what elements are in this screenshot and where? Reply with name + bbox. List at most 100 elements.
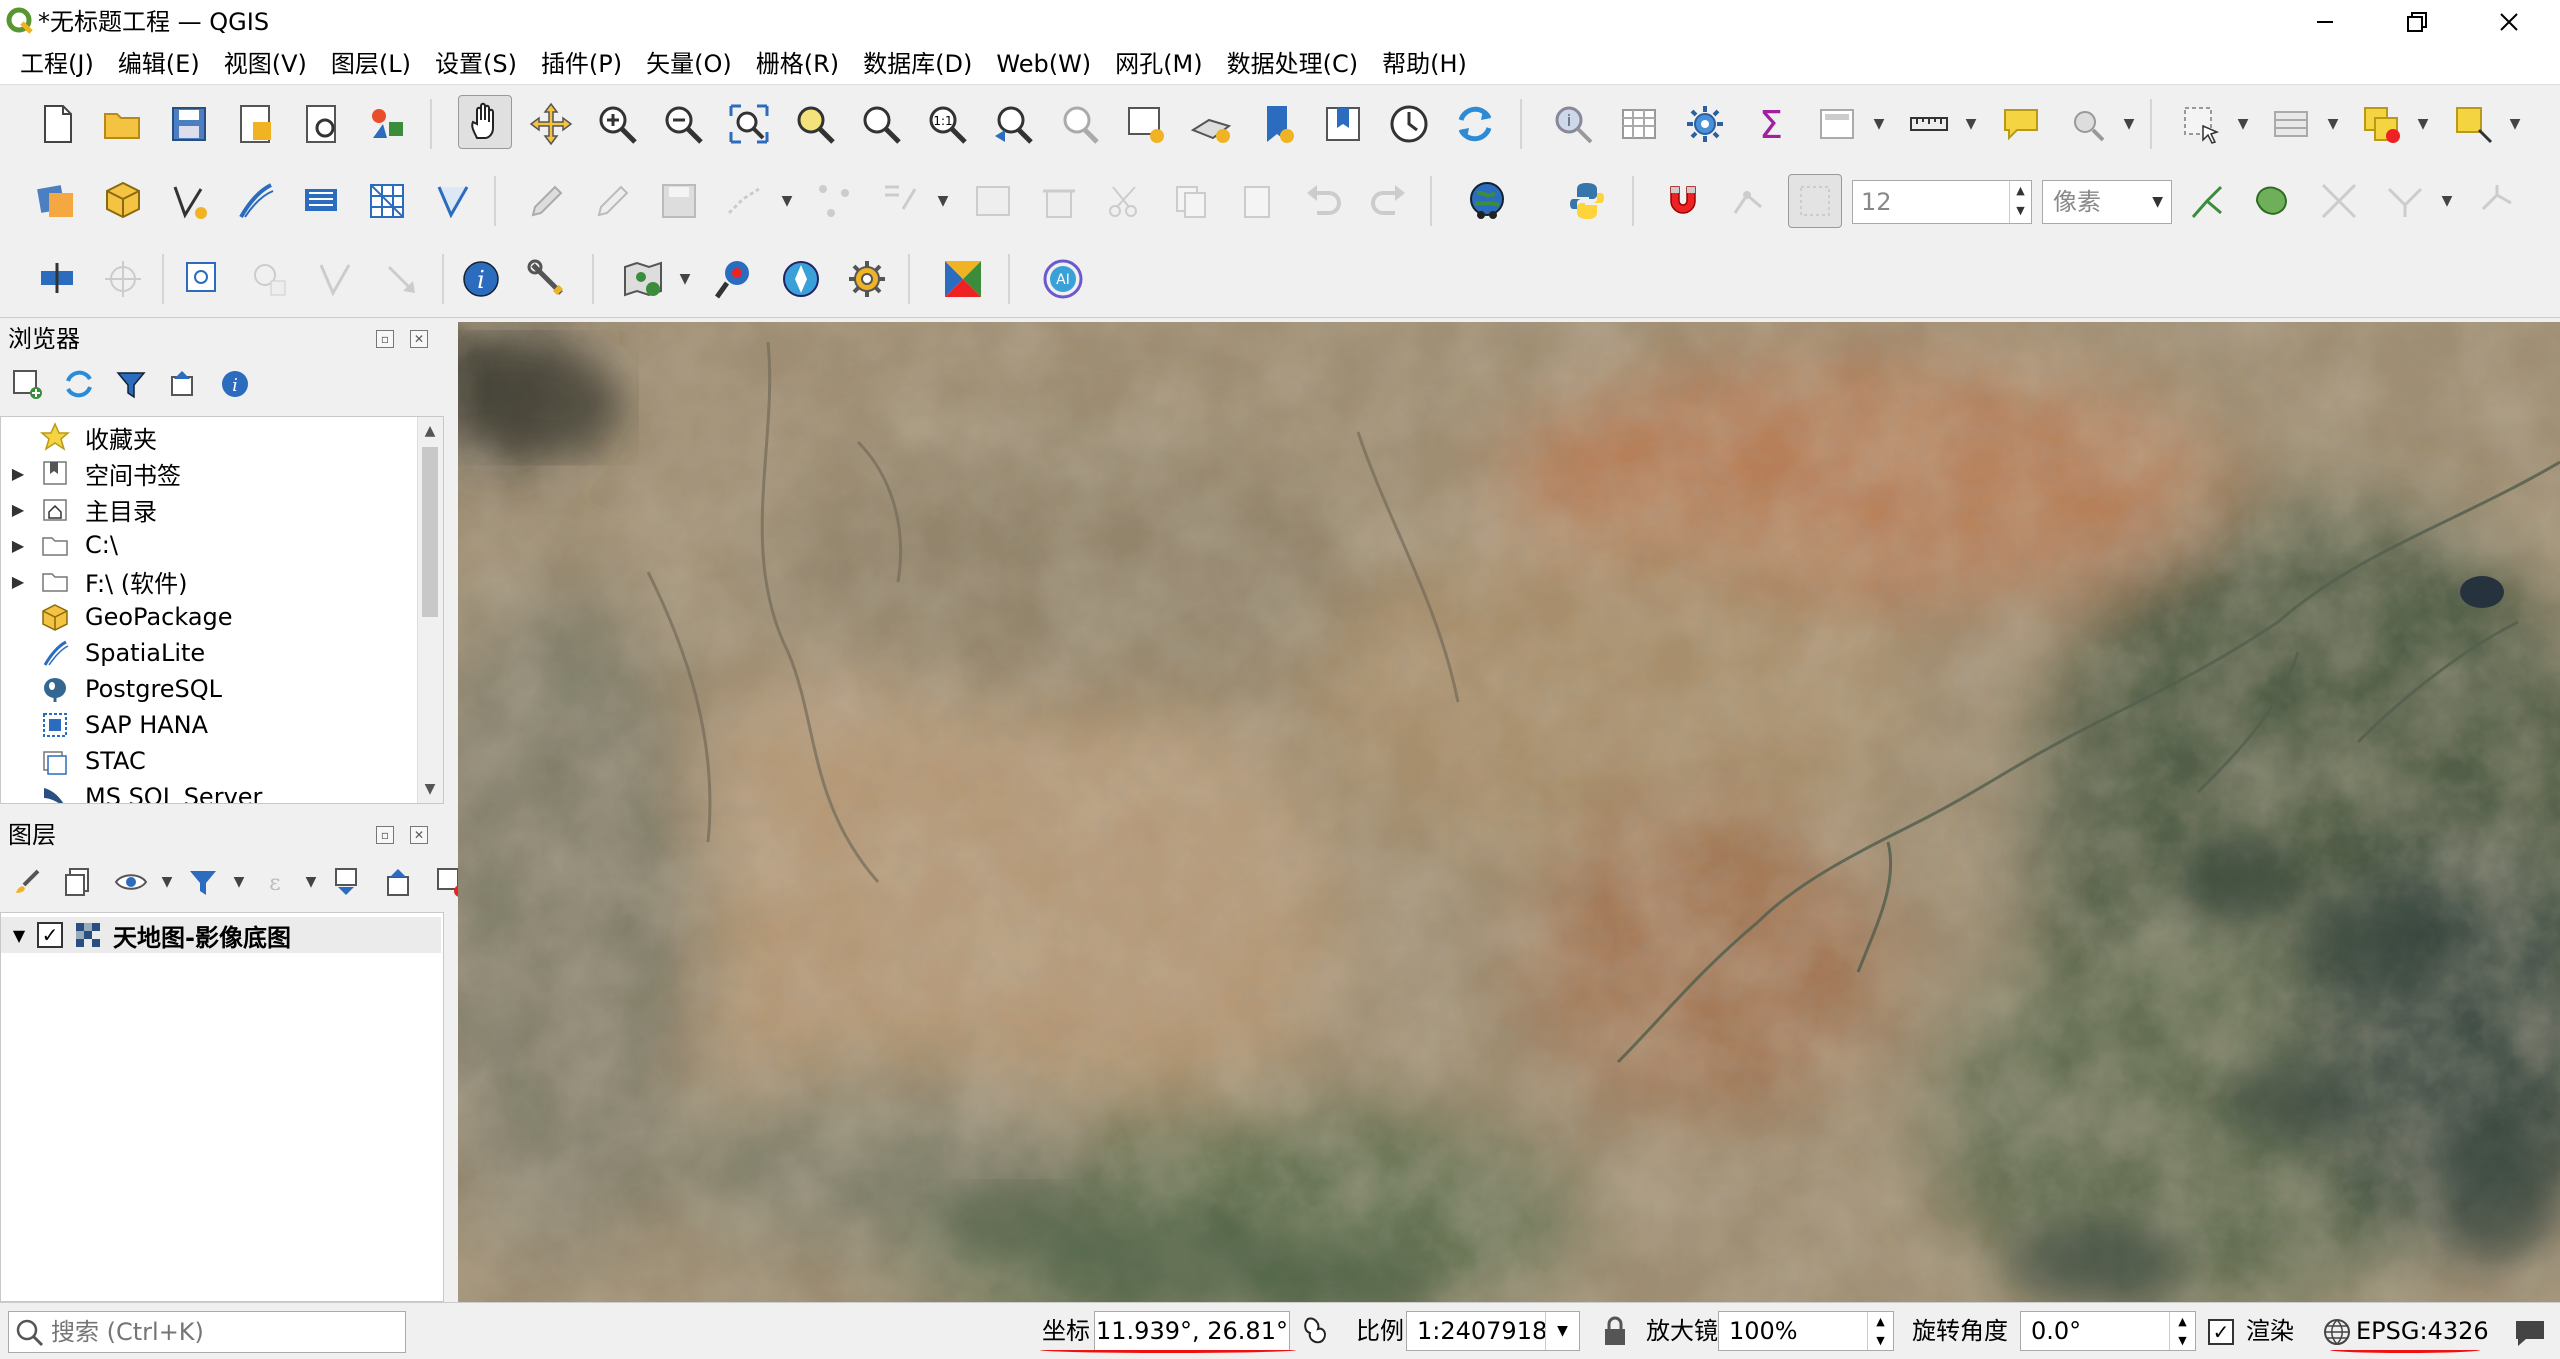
spin-arrows-icon[interactable]: ▲ ▼ (1867, 1312, 1893, 1350)
menu-mesh[interactable]: 网孔(M) (1103, 44, 1214, 84)
modify-attributes-button[interactable] (874, 174, 928, 228)
zoom-out-button[interactable] (656, 97, 710, 151)
field-calculator-dropdown[interactable]: ▼ (1870, 97, 1888, 151)
tree-item-geopackage[interactable]: GeoPackage (1, 599, 417, 635)
add-ring-button[interactable] (242, 252, 296, 306)
new-gpx-layer-button[interactable] (426, 174, 480, 228)
show-bookmarks-button[interactable] (1316, 97, 1370, 151)
layout-manager-button[interactable] (294, 97, 348, 151)
search-input[interactable] (49, 1317, 379, 1347)
new-geopackage-layer-button[interactable] (96, 174, 150, 228)
add-group-button[interactable] (58, 861, 100, 903)
menu-web[interactable]: Web(W) (984, 44, 1103, 84)
new-map-view-button[interactable] (1118, 97, 1172, 151)
new-spatial-bookmark-button[interactable] (1250, 97, 1304, 151)
pan-map-button[interactable] (458, 95, 512, 149)
measure-dropdown[interactable]: ▼ (1962, 97, 1980, 151)
paste-features-button[interactable] (1230, 174, 1284, 228)
map-tips-button[interactable] (1994, 97, 2048, 151)
browser-scrollbar[interactable]: ▲ ▼ (417, 417, 443, 803)
current-edits-button[interactable] (520, 174, 574, 228)
render-checkbox[interactable]: ✓ (2208, 1319, 2234, 1345)
temporal-controller-button[interactable] (1382, 97, 1436, 151)
float-panel-icon[interactable]: ▫ (376, 826, 394, 844)
undo-button[interactable] (1296, 174, 1350, 228)
cut-features-button[interactable] (1098, 174, 1152, 228)
filter-expression-button[interactable]: ε (254, 861, 296, 903)
menu-view[interactable]: 视图(V) (212, 44, 319, 84)
vertex-tool-button[interactable] (808, 174, 862, 228)
spin-arrows-icon[interactable]: ▲ ▼ (2169, 1312, 2195, 1350)
expand-arrow-icon[interactable]: ▶ (1, 464, 35, 483)
layer-filter-button[interactable] (182, 861, 224, 903)
tracing-button[interactable] (2378, 174, 2432, 228)
messages-button[interactable] (2512, 1315, 2548, 1349)
spin-arrows-icon[interactable]: ▲ ▼ (2009, 181, 2031, 223)
open-project-button[interactable] (96, 97, 150, 151)
select-location-button[interactable] (2446, 97, 2500, 151)
menu-settings[interactable]: 设置(S) (423, 44, 529, 84)
snap-to-vertex-button[interactable] (1788, 174, 1842, 228)
annotation-dropdown[interactable]: ▼ (2120, 97, 2138, 151)
options-tool-button[interactable] (520, 252, 574, 306)
chevron-down-icon[interactable]: ▼ (1545, 1312, 1579, 1350)
zoom-in-button[interactable] (590, 97, 644, 151)
style-manager-button[interactable] (360, 97, 414, 151)
advanced-digitizing-button[interactable] (2470, 174, 2524, 228)
collapse-all-layers-button[interactable] (378, 861, 420, 903)
new-spatialite-layer-button[interactable] (228, 174, 282, 228)
select-dropdown[interactable]: ▼ (2234, 97, 2252, 151)
identify-features-button[interactable]: i (1546, 97, 1600, 151)
coordinate-field[interactable]: 11.939°, 26.81° (1094, 1311, 1290, 1351)
select-features-button[interactable] (2174, 97, 2228, 151)
zoom-to-selection-button[interactable] (788, 97, 842, 151)
zoom-last-button[interactable] (986, 97, 1040, 151)
menu-edit[interactable]: 编辑(E) (106, 44, 212, 84)
expand-arrow-icon[interactable]: ▶ (1, 572, 35, 591)
deselect-dropdown[interactable]: ▼ (2414, 97, 2432, 151)
tree-item-mssql[interactable]: MS SQL Server (1, 779, 417, 803)
modify-feature-attrs-button[interactable] (966, 174, 1020, 228)
tree-item-postgresql[interactable]: PostgreSQL (1, 671, 417, 707)
crosshair-button[interactable] (96, 252, 150, 306)
modify-dropdown[interactable]: ▼ (934, 174, 952, 228)
menu-processing[interactable]: 数据处理(C) (1215, 44, 1370, 84)
tree-item-spatial-bookmarks[interactable]: ▶ 空间书签 (1, 455, 417, 491)
processing-settings-button[interactable] (840, 252, 894, 306)
snapping-intersection-button[interactable] (2246, 174, 2300, 228)
menu-raster[interactable]: 栅格(R) (744, 44, 851, 84)
new-shapefile-layer-button[interactable] (162, 174, 216, 228)
statistical-summary-button[interactable]: Σ (1744, 97, 1798, 151)
rotation-spinbox[interactable]: 0.0° ▲ ▼ (2020, 1311, 2196, 1351)
menu-help[interactable]: 帮助(H) (1370, 44, 1479, 84)
snapping-unit-select[interactable]: 像素 ▼ (2042, 180, 2172, 224)
expression-dropdown[interactable]: ▼ (306, 861, 317, 903)
enable-properties-button[interactable]: i (214, 363, 256, 405)
tree-item-drive-c[interactable]: ▶ C:\ (1, 527, 417, 563)
add-map-layer-button[interactable] (616, 252, 670, 306)
scale-combo[interactable]: 1:2407918 ▼ (1406, 1311, 1580, 1351)
add-coordinate-button[interactable] (30, 252, 84, 306)
browser-filter-button[interactable] (110, 363, 152, 405)
expand-arrow-icon[interactable]: ▶ (1, 536, 35, 555)
georeferencer-button[interactable] (176, 252, 230, 306)
collapse-all-button[interactable] (162, 363, 204, 405)
xyz-plugin-button[interactable] (936, 252, 990, 306)
measure-line-button[interactable] (1902, 97, 1956, 151)
self-snapping-button[interactable] (2312, 174, 2366, 228)
filter-dropdown[interactable]: ▼ (234, 861, 245, 903)
layer-styling-button[interactable] (6, 861, 48, 903)
deselect-all-button[interactable] (2354, 97, 2408, 151)
toggle-editing-button[interactable] (586, 174, 640, 228)
zoom-to-layer-button[interactable] (854, 97, 908, 151)
tree-item-spatialite[interactable]: SpatiaLite (1, 635, 417, 671)
ai-assistant-button[interactable]: AI (1036, 252, 1090, 306)
zoom-next-button[interactable] (1052, 97, 1106, 151)
map-canvas[interactable] (458, 322, 2560, 1302)
zoom-full-button[interactable] (722, 97, 776, 151)
geocoding-button[interactable] (708, 252, 762, 306)
toolbox-button[interactable] (1678, 97, 1732, 151)
pan-to-selection-button[interactable] (524, 97, 578, 151)
select-by-value-button[interactable] (2264, 97, 2318, 151)
add-map-dropdown[interactable]: ▼ (676, 252, 694, 306)
